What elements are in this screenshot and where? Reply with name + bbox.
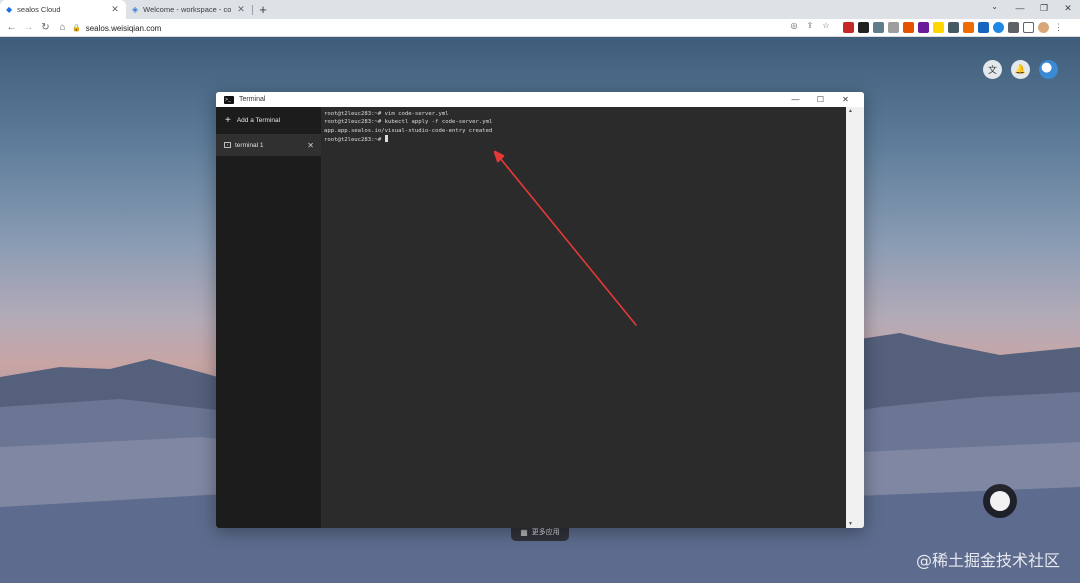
extension-icon[interactable]: [873, 22, 884, 33]
terminal-output[interactable]: root@t2leuc283:~# vim code-server.yml ro…: [321, 107, 855, 528]
terminal-scrollbar[interactable]: ▲ ▼: [846, 107, 855, 528]
close-terminal-tab-icon[interactable]: ✕: [307, 141, 314, 150]
reload-icon[interactable]: ↻: [37, 22, 54, 33]
translate-icon[interactable]: 文: [983, 60, 1002, 79]
assistive-float-button[interactable]: [983, 484, 1017, 518]
add-terminal-button[interactable]: + Add a Terminal: [216, 107, 321, 134]
metamask-icon[interactable]: [963, 22, 974, 33]
new-tab-button[interactable]: +: [253, 2, 273, 17]
watermark: @稀土掘金技术社区: [915, 551, 1060, 570]
share-icon[interactable]: ⇪: [804, 21, 816, 30]
terminal-line: app.app.sealos.io/visual-studio-code-ent…: [324, 127, 493, 134]
sealos-desktop: 文 🔔 ▦ 更多应用 @稀土掘金技术社区 >_ Terminal — ☐ ✕ +…: [0, 37, 1080, 583]
side-panel-icon[interactable]: [1023, 22, 1034, 33]
minimize-button[interactable]: —: [1008, 0, 1032, 19]
extension-icon[interactable]: [888, 22, 899, 33]
profile-avatar[interactable]: [1038, 22, 1049, 33]
terminal-body: + Add a Terminal › terminal 1 ✕ root@t2l…: [216, 107, 864, 528]
terminal-prompt-line: root@t2leuc283:~#: [324, 135, 855, 144]
extension-icon[interactable]: [858, 22, 869, 33]
extension-icon[interactable]: [978, 22, 989, 33]
terminal-line: root@t2leuc283:~# kubectl apply -f code-…: [324, 119, 493, 126]
float-button-core: [990, 491, 1010, 511]
terminal-app-icon: >_: [224, 95, 234, 104]
close-icon[interactable]: ✕: [833, 92, 858, 107]
terminal-tab-1[interactable]: › terminal 1 ✕: [216, 134, 321, 156]
add-terminal-label: Add a Terminal: [236, 117, 281, 124]
desktop-top-actions: 文 🔔: [983, 60, 1058, 79]
terminal-cursor: [384, 135, 388, 143]
address-text: sealos.weisiqian.com: [85, 23, 162, 33]
close-window-button[interactable]: ✕: [1056, 0, 1080, 19]
terminal-titlebar[interactable]: >_ Terminal — ☐ ✕: [216, 92, 864, 107]
browser-tab-sealos[interactable]: ◆ sealos Cloud ✕: [0, 0, 126, 19]
terminal-tab-label: terminal 1: [235, 141, 264, 149]
window-controls: — ❐ ✕: [1008, 0, 1080, 19]
scroll-down-icon[interactable]: ▼: [846, 521, 855, 527]
scroll-up-icon[interactable]: ▲: [846, 108, 855, 114]
terminal-sidebar: + Add a Terminal › terminal 1 ✕: [216, 107, 321, 528]
apps-grid-icon: ▦: [520, 527, 528, 537]
extension-icon[interactable]: [948, 22, 959, 33]
terminal-prompt: root@t2leuc283:~#: [324, 137, 385, 144]
more-menu-icon[interactable]: ⋮: [1053, 22, 1064, 33]
sealos-logo-icon: ◆: [6, 5, 13, 14]
extension-icon[interactable]: [918, 22, 929, 33]
bookmark-star-icon[interactable]: ☆: [820, 21, 832, 30]
terminal-window-controls: — ☐ ✕: [783, 92, 858, 107]
terminal-window-title: Terminal: [239, 96, 266, 103]
puzzle-icon[interactable]: [1008, 22, 1019, 33]
terminal-tab-icon: ›: [224, 142, 231, 148]
tab-title: Welcome - workspace - code-: [143, 5, 231, 14]
tab-search-icon[interactable]: ⌄: [991, 2, 998, 11]
close-tab-icon[interactable]: ✕: [236, 4, 246, 15]
close-tab-icon[interactable]: ✕: [110, 4, 120, 15]
browser-tab-vscode[interactable]: ◈ Welcome - workspace - code- ✕: [126, 0, 252, 19]
google-lens-icon[interactable]: ◎: [788, 21, 800, 30]
home-icon[interactable]: ⌂: [54, 22, 71, 33]
vscode-icon: ◈: [132, 5, 139, 14]
address-bar-actions: ◎ ⇪ ☆: [788, 21, 832, 30]
terminal-line: root@t2leuc283:~# vim code-server.yml: [324, 111, 449, 117]
minimize-icon[interactable]: —: [783, 92, 808, 107]
extension-icon[interactable]: [843, 22, 854, 33]
forward-icon[interactable]: →: [20, 22, 37, 33]
back-icon[interactable]: ←: [3, 22, 20, 33]
maximize-icon[interactable]: ☐: [808, 92, 833, 107]
address-bar[interactable]: 🔒 sealos.weisiqian.com: [72, 21, 842, 35]
bell-icon[interactable]: 🔔: [1011, 60, 1030, 79]
dock-label: 更多应用: [531, 529, 560, 536]
browser-toolbar: ← → ↻ ⌂ 🔒 sealos.weisiqian.com ◎ ⇪ ☆ ⋮: [0, 19, 1080, 37]
extensions-bar: ⋮: [843, 22, 1064, 33]
terminal-window: >_ Terminal — ☐ ✕ + Add a Terminal › ter…: [216, 92, 864, 528]
extension-icon[interactable]: [933, 22, 944, 33]
avatar[interactable]: [1039, 60, 1058, 79]
extension-icon[interactable]: [993, 22, 1004, 33]
tab-title: sealos Cloud: [17, 5, 61, 14]
plus-icon: +: [225, 115, 231, 126]
lock-icon: 🔒: [72, 25, 81, 32]
restore-button[interactable]: ❐: [1032, 0, 1056, 19]
browser-tab-bar: ◆ sealos Cloud ✕ ◈ Welcome - workspace -…: [0, 0, 1080, 19]
extension-icon[interactable]: [903, 22, 914, 33]
